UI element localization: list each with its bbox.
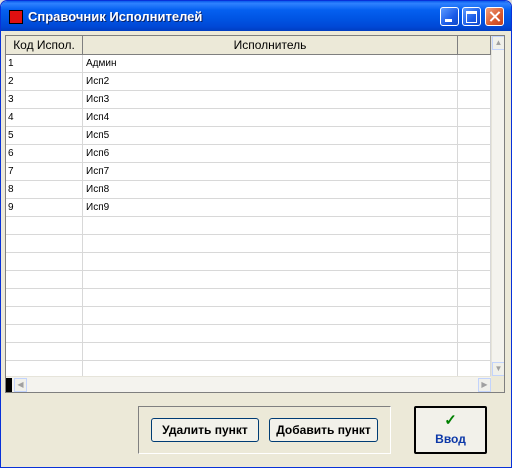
cell-performer[interactable]: Админ — [83, 55, 458, 72]
cell-empty[interactable] — [458, 73, 491, 90]
vertical-scrollbar[interactable]: ▲ ▼ — [491, 36, 504, 376]
app-icon — [9, 10, 23, 24]
horizontal-scrollbar[interactable]: ◀ ▶ — [6, 376, 491, 392]
cell-code[interactable] — [6, 217, 83, 234]
cell-performer[interactable]: Исп7 — [83, 163, 458, 180]
table-row[interactable]: 1 Админ — [6, 55, 491, 73]
cell-empty[interactable] — [458, 199, 491, 216]
delete-item-button[interactable]: Удалить пункт — [151, 418, 259, 442]
minimize-button[interactable] — [440, 7, 459, 26]
cell-code[interactable]: 1 — [6, 55, 83, 72]
scroll-up-button[interactable]: ▲ — [492, 36, 504, 50]
table-row[interactable]: 3 Исп3 — [6, 91, 491, 109]
cell-performer[interactable] — [83, 235, 458, 252]
cell-performer[interactable] — [83, 343, 458, 360]
title-bar[interactable]: Справочник Исполнителей — [1, 1, 511, 31]
table-row[interactable] — [6, 343, 491, 361]
cell-code[interactable] — [6, 253, 83, 270]
column-header-performer[interactable]: Исполнитель — [83, 36, 458, 54]
column-header-empty[interactable] — [458, 36, 491, 54]
cell-empty[interactable] — [458, 253, 491, 270]
dialog-window: Справочник Исполнителей Код Испол. Испол… — [0, 0, 512, 468]
cell-code[interactable] — [6, 235, 83, 252]
cell-performer[interactable] — [83, 307, 458, 324]
cell-code[interactable]: 6 — [6, 145, 83, 162]
cell-empty[interactable] — [458, 307, 491, 324]
table-row[interactable] — [6, 253, 491, 271]
cell-code[interactable] — [6, 271, 83, 288]
cell-code[interactable] — [6, 307, 83, 324]
grid-rows: 1 Админ 2 Исп2 3 Исп3 4 Исп4 5 Исп5 6 Исп6 7 Исп7 8 Исп… — [6, 55, 491, 379]
table-row[interactable]: 2 Исп2 — [6, 73, 491, 91]
window-title: Справочник Исполнителей — [28, 9, 203, 24]
add-item-button[interactable]: Добавить пункт — [269, 418, 378, 442]
table-row[interactable]: 9 Исп9 — [6, 199, 491, 217]
cell-empty[interactable] — [458, 325, 491, 342]
cell-performer[interactable]: Исп5 — [83, 127, 458, 144]
column-header-code[interactable]: Код Испол. — [6, 36, 83, 54]
cell-performer[interactable] — [83, 289, 458, 306]
cell-performer[interactable] — [83, 271, 458, 288]
cell-performer[interactable]: Исп9 — [83, 199, 458, 216]
cell-code[interactable] — [6, 325, 83, 342]
check-icon: ✓ — [444, 412, 457, 429]
cell-empty[interactable] — [458, 145, 491, 162]
cell-code[interactable]: 5 — [6, 127, 83, 144]
cell-performer[interactable]: Исп8 — [83, 181, 458, 198]
cell-empty[interactable] — [458, 217, 491, 234]
scroll-corner — [491, 376, 504, 392]
close-button[interactable] — [485, 7, 504, 26]
table-row[interactable] — [6, 271, 491, 289]
cell-code[interactable] — [6, 343, 83, 360]
table-row[interactable]: 6 Исп6 — [6, 145, 491, 163]
enter-button-label: Ввод — [435, 432, 466, 446]
table-row[interactable]: 5 Исп5 — [6, 127, 491, 145]
cell-performer[interactable]: Исп6 — [83, 145, 458, 162]
table-row[interactable]: 4 Исп4 — [6, 109, 491, 127]
cell-performer[interactable]: Исп4 — [83, 109, 458, 126]
cell-code[interactable]: 3 — [6, 91, 83, 108]
table-row[interactable]: 7 Исп7 — [6, 163, 491, 181]
cell-empty[interactable] — [458, 181, 491, 198]
scroll-down-button[interactable]: ▼ — [492, 362, 504, 376]
table-row[interactable] — [6, 217, 491, 235]
cell-code[interactable]: 4 — [6, 109, 83, 126]
scroll-left-button[interactable]: ◀ — [14, 378, 27, 392]
cell-performer[interactable] — [83, 253, 458, 270]
table-row[interactable] — [6, 307, 491, 325]
cell-empty[interactable] — [458, 271, 491, 288]
table-row[interactable] — [6, 235, 491, 253]
cell-code[interactable]: 2 — [6, 73, 83, 90]
cell-performer[interactable] — [83, 325, 458, 342]
cell-empty[interactable] — [458, 163, 491, 180]
enter-button[interactable]: ✓ Ввод — [414, 406, 487, 454]
cell-code[interactable]: 7 — [6, 163, 83, 180]
maximize-button[interactable] — [462, 7, 481, 26]
cell-empty[interactable] — [458, 127, 491, 144]
table-row[interactable] — [6, 289, 491, 307]
grid-header: Код Испол. Исполнитель — [6, 36, 504, 55]
cell-empty[interactable] — [458, 343, 491, 360]
table-row[interactable]: 8 Исп8 — [6, 181, 491, 199]
scroll-thumb[interactable] — [6, 378, 12, 392]
cell-performer[interactable]: Исп3 — [83, 91, 458, 108]
table-row[interactable] — [6, 325, 491, 343]
cell-empty[interactable] — [458, 91, 491, 108]
cell-performer[interactable]: Исп2 — [83, 73, 458, 90]
performers-grid[interactable]: Код Испол. Исполнитель 1 Админ 2 Исп2 3 Исп3 4… — [5, 35, 505, 393]
cell-empty[interactable] — [458, 109, 491, 126]
cell-code[interactable]: 9 — [6, 199, 83, 216]
cell-code[interactable]: 8 — [6, 181, 83, 198]
cell-empty[interactable] — [458, 55, 491, 72]
cell-code[interactable] — [6, 289, 83, 306]
cell-empty[interactable] — [458, 289, 491, 306]
cell-empty[interactable] — [458, 235, 491, 252]
scroll-right-button[interactable]: ▶ — [478, 378, 491, 392]
cell-performer[interactable] — [83, 217, 458, 234]
